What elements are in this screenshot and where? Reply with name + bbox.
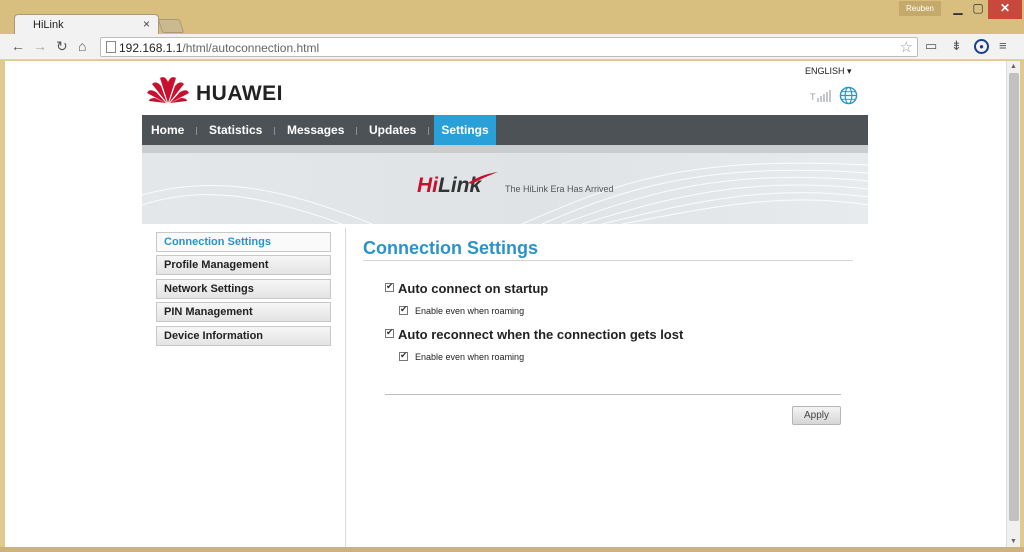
profile-button[interactable]: Reuben (899, 1, 941, 16)
auto-reconnect-label: Auto reconnect when the connection gets … (398, 327, 684, 342)
sidebar-item-network-settings[interactable]: Network Settings (156, 279, 331, 299)
nav-statistics[interactable]: Statistics (209, 115, 262, 145)
hilink-swoosh-icon (468, 172, 498, 184)
lock-extension-icon[interactable]: ● (974, 39, 989, 54)
url-host: 192.168.1.1 (119, 41, 183, 55)
url-path: /html/autoconnection.html (182, 41, 320, 55)
minimize-icon[interactable]: ▁ (948, 0, 968, 19)
new-tab-button[interactable] (157, 19, 185, 33)
form-divider (385, 394, 841, 395)
scroll-up-icon[interactable]: ▲ (1010, 63, 1017, 70)
sidebar-item-device-information[interactable]: Device Information (156, 326, 331, 346)
maximize-icon[interactable]: ▢ (968, 0, 988, 19)
page-viewport: HUAWEI ENGLISH ▾ T Home Statistics Messa… (5, 61, 1006, 547)
nav-messages[interactable]: Messages (287, 115, 344, 145)
back-icon[interactable]: ← (11, 38, 25, 54)
browser-toolbar: ← → ↻ ⌂ 192.168.1.1/html/autoconnection.… (0, 34, 1024, 60)
address-bar[interactable]: 192.168.1.1/html/autoconnection.html ☆ (100, 37, 918, 57)
title-divider (363, 260, 853, 261)
sidebar-item-connection-settings[interactable]: Connection Settings (156, 232, 331, 252)
tab-close-icon[interactable]: × (143, 17, 150, 31)
page-title: Connection Settings (363, 238, 538, 258)
hilink-banner: HiLink The HiLink Era Has Arrived (142, 145, 868, 224)
main-nav: Home Statistics Messages Updates Setting… (142, 115, 868, 145)
forward-icon[interactable]: → (33, 38, 47, 54)
scroll-thumb[interactable] (1009, 73, 1019, 521)
auto-reconnect-roaming-checkbox[interactable] (399, 350, 408, 361)
close-window-icon[interactable]: ✕ (988, 0, 1022, 19)
auto-reconnect-checkbox[interactable] (385, 327, 394, 338)
bookmark-star-icon[interactable]: ☆ (900, 38, 913, 56)
browser-tab[interactable]: HiLink × (14, 14, 159, 36)
huawei-flower-icon (147, 77, 189, 103)
auto-connect-checkbox[interactable] (385, 281, 394, 292)
sidebar-item-profile-management[interactable]: Profile Management (156, 255, 331, 275)
reload-icon[interactable]: ↻ (56, 38, 68, 55)
content-divider (345, 228, 346, 547)
nav-updates[interactable]: Updates (369, 115, 416, 145)
taskbar (0, 547, 1024, 552)
banner-tagline: The HiLink Era Has Arrived (505, 184, 614, 194)
auto-connect-label: Auto connect on startup (398, 281, 549, 296)
signal-strength-icon: T (810, 90, 831, 102)
page-scrollbar[interactable]: ▲ ▼ (1006, 61, 1020, 547)
nav-separator (274, 127, 275, 135)
url-text[interactable]: 192.168.1.1/html/autoconnection.html (119, 41, 319, 55)
auto-connect-roaming-checkbox[interactable] (399, 304, 408, 315)
nav-home[interactable]: Home (151, 115, 184, 145)
page-icon (106, 41, 116, 53)
auto-reconnect-roaming-label: Enable even when roaming (415, 352, 525, 362)
menu-icon[interactable]: ≡ (999, 38, 1007, 53)
apply-button[interactable]: Apply (792, 406, 841, 425)
cast-icon[interactable]: ▭ (925, 38, 937, 54)
globe-icon[interactable] (839, 86, 858, 105)
nav-settings[interactable]: Settings (434, 115, 496, 145)
nav-separator (356, 127, 357, 135)
sidebar-item-pin-management[interactable]: PIN Management (156, 302, 331, 322)
brand-name: HUAWEI (196, 82, 283, 105)
auto-connect-roaming-label: Enable even when roaming (415, 306, 525, 316)
hilink-logo-hi: Hi (417, 174, 438, 197)
nav-separator (196, 127, 197, 135)
tab-title: HiLink (33, 19, 64, 31)
home-icon[interactable]: ⌂ (78, 38, 86, 54)
nav-separator (428, 127, 429, 135)
language-select[interactable]: ENGLISH ▾ (805, 66, 852, 77)
window-titlebar: HiLink × Reuben ▁ ▢ ✕ (0, 0, 1024, 36)
svg-text:T: T (810, 92, 816, 102)
extension-icon[interactable]: ⇟ (951, 38, 962, 54)
scroll-down-icon[interactable]: ▼ (1010, 538, 1017, 545)
